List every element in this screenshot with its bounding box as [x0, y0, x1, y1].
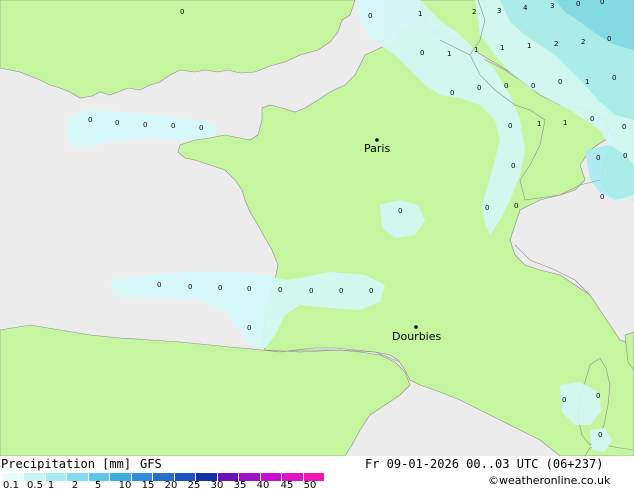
city-dourbies-marker [414, 325, 418, 329]
legend-tick-label: 2 [71, 480, 79, 490]
grid-value: 0 [369, 287, 373, 295]
grid-value: 1 [418, 10, 422, 18]
grid-value: 0 [115, 119, 119, 127]
grid-value: 0 [600, 193, 604, 201]
legend-tick-label: 20 [164, 480, 178, 490]
grid-value: 0 [596, 392, 600, 400]
legend-tick-label: 35 [233, 480, 247, 490]
grid-value: 0 [171, 122, 175, 130]
grid-value: 0 [199, 124, 203, 132]
legend-tick-label: 1 [47, 480, 55, 490]
grid-value: 0 [558, 78, 562, 86]
legend-tick-label: 25 [187, 480, 201, 490]
grid-value: 0 [598, 431, 602, 439]
grid-value: 0 [157, 281, 161, 289]
grid-value: 0 [576, 0, 580, 8]
grid-value: 0 [278, 286, 282, 294]
grid-value: 0 [477, 84, 481, 92]
legend-ticks: 0.1 0.5 1 2 5 10 15 20 25 30 35 40 45 50 [0, 480, 330, 490]
grid-value: 0 [450, 89, 454, 97]
legend-tick-label: 15 [141, 480, 155, 490]
grid-value: 1 [527, 42, 531, 50]
grid-value: 0 [88, 116, 92, 124]
grid-value: 0 [485, 204, 489, 212]
grid-value: 2 [554, 40, 558, 48]
grid-value: 1 [537, 120, 541, 128]
grid-value: 0 [531, 82, 535, 90]
grid-value: 0 [600, 0, 604, 6]
grid-value: 2 [581, 38, 585, 46]
grid-value: 0 [504, 82, 508, 90]
grid-value: 0 [590, 115, 594, 123]
grid-value: 0 [622, 123, 626, 131]
grid-value: 0 [562, 396, 566, 404]
grid-value: 3 [550, 2, 554, 10]
grid-value: 1 [563, 119, 567, 127]
grid-value: 0 [309, 287, 313, 295]
grid-value: 0 [623, 152, 627, 160]
grid-value: 0 [188, 283, 192, 291]
grid-value: 0 [218, 284, 222, 292]
grid-value: 1 [474, 46, 478, 54]
map-view: 0012343000111122000000100000001100000000… [0, 0, 634, 490]
grid-value: 0 [607, 35, 611, 43]
grid-value: 0 [596, 154, 600, 162]
legend-swatch [67, 473, 89, 481]
legend-tick-label: 0.1 [3, 480, 19, 490]
grid-value: 0 [511, 162, 515, 170]
grid-value: 1 [585, 78, 589, 86]
legend-tick-label: 30 [210, 480, 224, 490]
grid-value: 1 [500, 44, 504, 52]
legend-tick-label: 40 [256, 480, 270, 490]
model-name: GFS [140, 457, 162, 471]
valid-time: Fr 09-01-2026 00..03 UTC (06+237) [365, 457, 604, 471]
grid-value: 1 [447, 50, 451, 58]
grid-value: 0 [143, 121, 147, 129]
grid-value: 0 [398, 207, 402, 215]
grid-value: 0 [368, 12, 372, 20]
credit[interactable]: ©weatheronline.co.uk [488, 474, 610, 487]
legend-tick-label: 50 [303, 480, 317, 490]
legend-tick-label: 0.5 [27, 480, 43, 490]
grid-value: 0 [247, 324, 251, 332]
grid-value: 0 [247, 285, 251, 293]
grid-value: 0 [420, 49, 424, 57]
grid-value: 3 [497, 7, 501, 15]
legend-tick-label: 10 [118, 480, 132, 490]
legend-tick-label: 45 [280, 480, 294, 490]
grid-value: 0 [339, 287, 343, 295]
grid-value: 0 [508, 122, 512, 130]
city-dourbies-label: Dourbies [392, 330, 442, 343]
grid-value: 0 [180, 8, 184, 16]
grid-value: 2 [472, 8, 476, 16]
map-title: Precipitation [mm] [1, 457, 132, 471]
grid-value: 0 [514, 202, 518, 210]
grid-value: 0 [612, 74, 616, 82]
grid-value: 4 [523, 4, 528, 12]
legend-tick-label: 5 [94, 480, 102, 490]
city-paris-label: Paris [364, 142, 390, 155]
precipitation-map: 0 0 1 2 3 4 3 0 0 0 1 1 1 1 2 2 0 0 0 0 0 0 1 0 0 0 0 0 0 0 1 1 0 0 0 0 0 0 0 0… [0, 0, 634, 456]
